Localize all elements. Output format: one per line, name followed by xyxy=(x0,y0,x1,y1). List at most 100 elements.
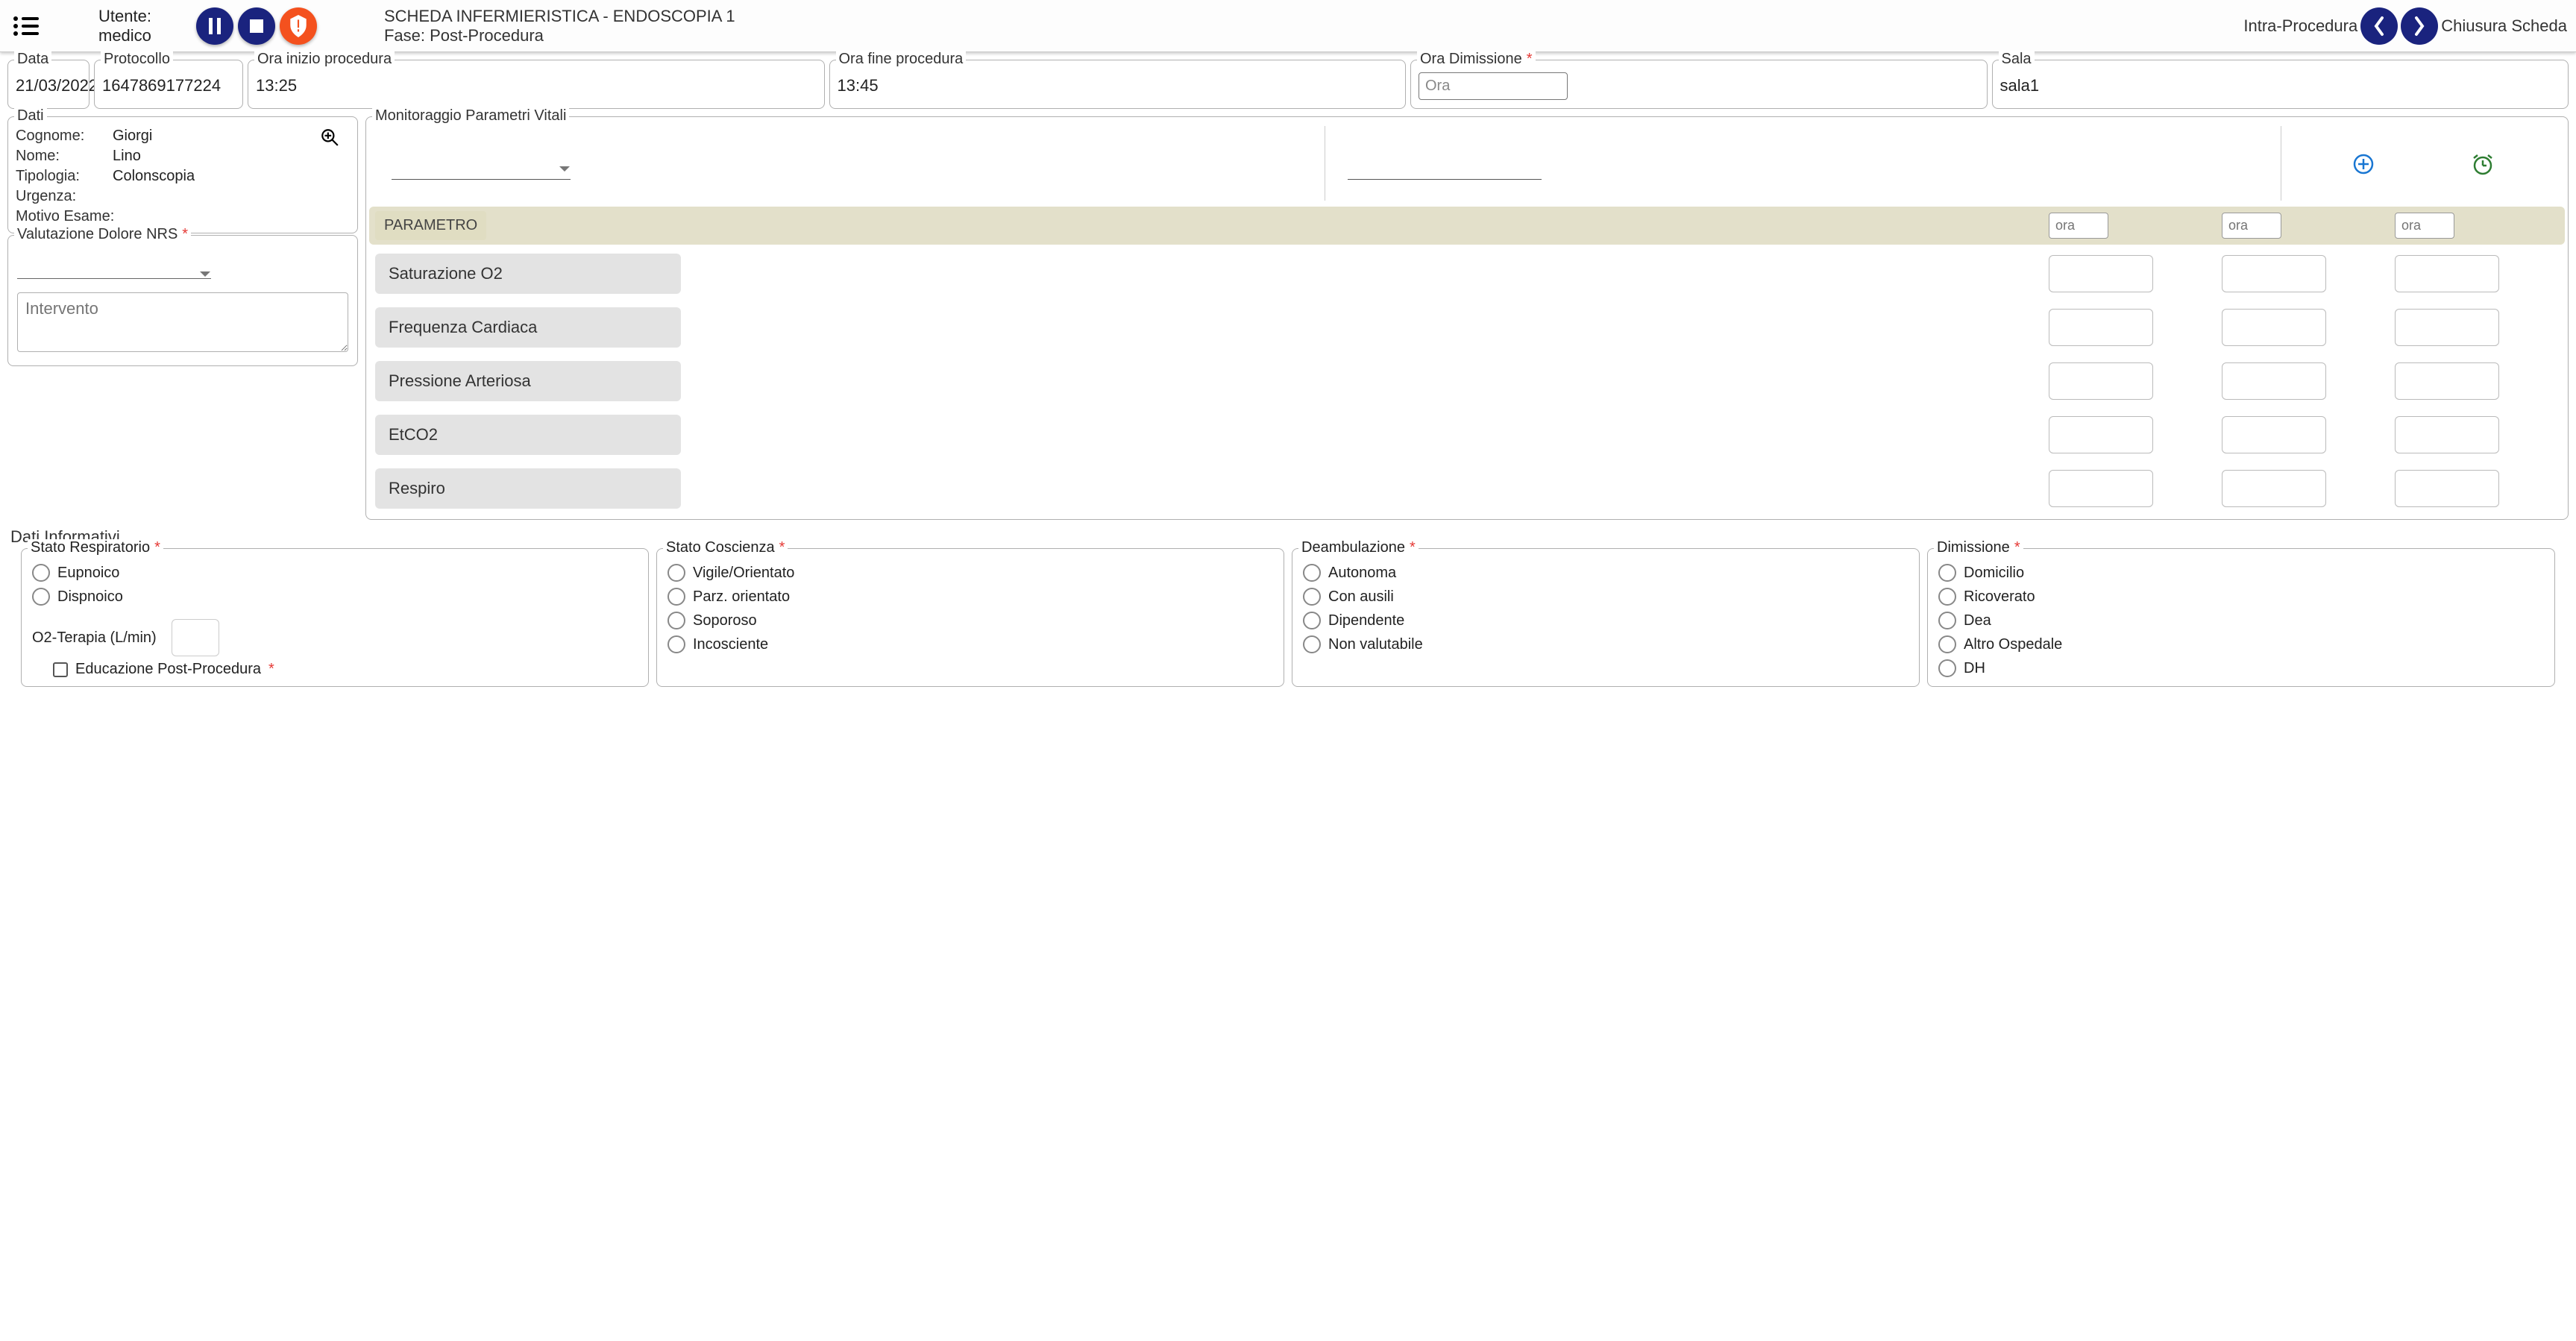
phase-nav: Intra-Procedura Chiusura Scheda xyxy=(2243,7,2567,45)
radio-dh[interactable]: DH xyxy=(1938,656,2544,680)
nrs-panel: Valutazione Dolore NRS* xyxy=(7,235,358,366)
educazione-checkbox[interactable] xyxy=(53,662,68,677)
table-row: Saturazione O2 xyxy=(369,249,2565,298)
next-phase-button[interactable] xyxy=(2401,7,2438,45)
middle-section: Dati Cognome: Giorgi Nome: Lino Tipologi… xyxy=(0,109,2576,520)
nome-label: Nome: xyxy=(16,148,113,165)
menu-icon[interactable] xyxy=(13,13,39,39)
field-sala-label: Sala xyxy=(1999,51,2035,68)
user-block: Utente: medico xyxy=(98,7,151,45)
field-ora-inizio-label: Ora inizio procedura xyxy=(254,51,395,68)
next-phase-label: Chiusura Scheda xyxy=(2441,16,2567,36)
radio-domicilio[interactable]: Domicilio xyxy=(1938,561,2544,585)
tipologia-value: Colonscopia xyxy=(113,168,320,185)
param-value-input[interactable] xyxy=(2395,362,2499,400)
user-label: Utente: xyxy=(98,7,151,26)
o2-terapia-row: O2-Terapia (L/min) xyxy=(32,619,638,656)
field-protocollo-label: Protocollo xyxy=(101,51,173,68)
ora-input-2[interactable] xyxy=(2222,213,2281,239)
radio-eupnoico[interactable]: Eupnoico xyxy=(32,561,638,585)
dimissione-group: Dimissione* Domicilio Ricoverato Dea Alt… xyxy=(1927,548,2555,687)
deambulazione-group: Deambulazione* Autonoma Con ausili Dipen… xyxy=(1292,548,1920,687)
dati-informativi-section: Dati Informativi Stato Respiratorio* Eup… xyxy=(0,520,2576,687)
param-value-input[interactable] xyxy=(2395,309,2499,346)
ora-input-3[interactable] xyxy=(2395,213,2454,239)
ora-input-1[interactable] xyxy=(2049,213,2108,239)
param-value-input[interactable] xyxy=(2222,309,2326,346)
param-value-input[interactable] xyxy=(2049,416,2153,453)
stop-button[interactable] xyxy=(238,7,275,45)
vitals-legend: Monitoraggio Parametri Vitali xyxy=(372,107,569,125)
radio-dea[interactable]: Dea xyxy=(1938,609,2544,632)
dati-informativi-label: Dati Informativi xyxy=(10,527,2569,547)
table-row: Frequenza Cardiaca xyxy=(369,303,2565,352)
param-value-input[interactable] xyxy=(2395,416,2499,453)
param-name: Saturazione O2 xyxy=(375,254,681,294)
coscienza-group: Stato Coscienza* Vigile/Orientato Parz. … xyxy=(656,548,1284,687)
o2-terapia-input[interactable] xyxy=(172,619,219,656)
pause-button[interactable] xyxy=(196,7,233,45)
prev-phase-button[interactable] xyxy=(2360,7,2398,45)
param-value-input[interactable] xyxy=(2222,470,2326,507)
prev-phase-label: Intra-Procedura xyxy=(2243,16,2357,36)
param-value-input[interactable] xyxy=(2222,362,2326,400)
dimissione-legend: Dimissione* xyxy=(1934,539,2023,556)
param-value-input[interactable] xyxy=(2395,255,2499,292)
param-value-input[interactable] xyxy=(2049,362,2153,400)
vitals-table-header: PARAMETRO xyxy=(369,207,2565,245)
param-header: PARAMETRO xyxy=(375,211,486,240)
urgenza-label: Urgenza: xyxy=(16,188,113,205)
page-title: SCHEDA INFERMIERISTICA - ENDOSCOPIA 1 xyxy=(384,7,735,26)
dati-legend: Dati xyxy=(14,107,47,125)
radio-altro-ospedale[interactable]: Altro Ospedale xyxy=(1938,632,2544,656)
radio-parz-orientato[interactable]: Parz. orientato xyxy=(667,585,1273,609)
radio-ricoverato[interactable]: Ricoverato xyxy=(1938,585,2544,609)
field-ora-fine-value: 13:45 xyxy=(838,71,1398,101)
param-value-input[interactable] xyxy=(2049,255,2153,292)
radio-incosciente[interactable]: Incosciente xyxy=(667,632,1273,656)
param-value-input[interactable] xyxy=(2049,470,2153,507)
param-name: Respiro xyxy=(375,468,681,509)
vitals-select-1[interactable] xyxy=(392,148,571,180)
vitals-input-2[interactable] xyxy=(1348,148,1542,180)
param-value-input[interactable] xyxy=(2222,255,2326,292)
intervento-textarea[interactable] xyxy=(17,292,348,352)
vitals-panel: Monitoraggio Parametri Vitali xyxy=(365,116,2569,520)
radio-soporoso[interactable]: Soporoso xyxy=(667,609,1273,632)
zoom-icon[interactable] xyxy=(320,128,350,147)
respiratorio-legend: Stato Respiratorio* xyxy=(28,539,163,556)
field-ora-fine: Ora fine procedura 13:45 xyxy=(829,60,1407,109)
table-row: Respiro xyxy=(369,464,2565,513)
nome-value: Lino xyxy=(113,148,320,165)
param-value-input[interactable] xyxy=(2222,416,2326,453)
header-circle-buttons xyxy=(196,7,317,45)
radio-vigile[interactable]: Vigile/Orientato xyxy=(667,561,1273,585)
param-value-input[interactable] xyxy=(2049,309,2153,346)
nrs-select[interactable] xyxy=(17,249,211,279)
field-ora-fine-label: Ora fine procedura xyxy=(836,51,967,68)
radio-non-valutabile[interactable]: Non valutabile xyxy=(1303,632,1909,656)
alarm-icon[interactable] xyxy=(2471,152,2495,176)
radio-dipendente[interactable]: Dipendente xyxy=(1303,609,1909,632)
radio-autonoma[interactable]: Autonoma xyxy=(1303,561,1909,585)
field-data: Data 21/03/2022 xyxy=(7,60,89,109)
ora-dimissione-input[interactable] xyxy=(1419,72,1568,100)
vitals-table: PARAMETRO Saturazione O2 Frequenza Cardi… xyxy=(369,207,2565,513)
radio-con-ausili[interactable]: Con ausili xyxy=(1303,585,1909,609)
educazione-checkbox-row[interactable]: Educazione Post-Procedura * xyxy=(32,656,638,678)
field-sala-value: sala1 xyxy=(2000,71,2561,101)
param-value-input[interactable] xyxy=(2395,470,2499,507)
radio-dispnoico[interactable]: Dispnoico xyxy=(32,585,638,609)
add-column-icon[interactable] xyxy=(2352,153,2375,175)
alert-button[interactable] xyxy=(280,7,317,45)
nrs-legend: Valutazione Dolore NRS* xyxy=(14,226,191,243)
field-protocollo-value: 1647869177224 xyxy=(102,71,235,101)
motivo-label: Motivo Esame: xyxy=(16,208,350,225)
field-ora-inizio-value: 13:25 xyxy=(256,71,817,101)
table-row: Pressione Arteriosa xyxy=(369,357,2565,406)
field-ora-dimissione-label: Ora Dimissione* xyxy=(1417,51,1536,68)
deambulazione-legend: Deambulazione* xyxy=(1298,539,1419,556)
field-ora-inizio: Ora inizio procedura 13:25 xyxy=(248,60,825,109)
educazione-label: Educazione Post-Procedura xyxy=(75,661,261,678)
user-value: medico xyxy=(98,26,151,45)
